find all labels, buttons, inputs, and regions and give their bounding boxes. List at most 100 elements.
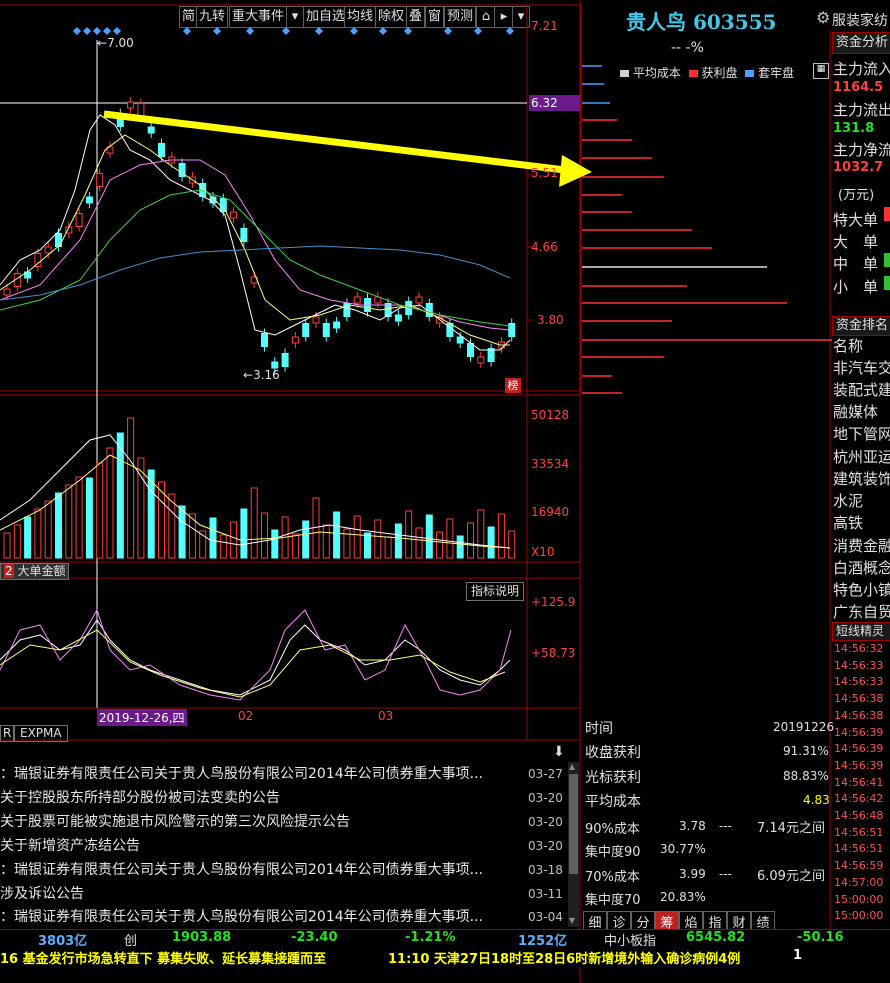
volume-bar xyxy=(364,532,371,559)
tick-time[interactable]: 14:56:48 xyxy=(834,808,883,823)
stat-profit-value: 91.31% xyxy=(783,744,829,758)
ticks-title[interactable]: 短线精灵 xyxy=(832,622,890,641)
candle-body xyxy=(456,336,464,344)
index-bar: 3803亿 创 1903.88 -23.40 -1.21% 1252亿 中小板指… xyxy=(0,929,890,949)
volume-bar xyxy=(477,509,485,559)
tick-time[interactable]: 14:56:38 xyxy=(834,708,883,723)
volume-bar xyxy=(96,462,104,559)
gear-icon[interactable]: ⚙ xyxy=(816,8,830,27)
arrow-icon xyxy=(559,155,592,187)
tick-time[interactable]: 14:57:00 xyxy=(834,875,883,890)
fund-row-label: 主力流入 xyxy=(833,60,890,78)
indicator-line-2 xyxy=(0,608,512,701)
news-item[interactable]: ：瑞银证券有限责任公司关于贵人鸟股份有限公司2014年公司债券重大事项... xyxy=(0,763,535,786)
news-item[interactable]: ：瑞银证券有限责任公司关于贵人鸟股份有限公司2014年公司债券重大事项... xyxy=(0,859,535,882)
rank-item[interactable]: 消费金融 xyxy=(833,535,890,556)
chip-settings-icon[interactable]: ▦ xyxy=(813,63,829,79)
rank-badge[interactable]: 榜 xyxy=(505,378,521,393)
chinext-value: 1903.88 xyxy=(172,930,232,945)
rank-item[interactable]: 杭州亚运 xyxy=(833,446,890,467)
candle-body xyxy=(44,246,52,254)
tick-time[interactable]: 15:00:00 xyxy=(834,892,883,907)
candle-body xyxy=(127,101,135,109)
rank-item[interactable]: 白酒概念 xyxy=(833,557,890,578)
rank-item[interactable]: 广东自贸 xyxy=(833,601,890,622)
volume-bar xyxy=(343,528,351,559)
download-icon[interactable]: ⬇ xyxy=(553,744,565,760)
fund-row-label: 主力净流 xyxy=(833,141,890,159)
price-tick: 4.66 xyxy=(531,240,558,254)
rank-item[interactable]: 水泥 xyxy=(833,490,863,511)
news-item[interactable]: 关于股票可能被实施退市风险警示的第三次风险提示公告 xyxy=(0,811,535,834)
volume-bar xyxy=(75,476,83,559)
stat-cursor-label: 光标获利 xyxy=(585,770,641,786)
candle-body xyxy=(96,173,104,187)
volume-bar xyxy=(508,530,516,559)
news-scrollbar[interactable]: ▲ ▼ xyxy=(568,762,579,927)
volume-bar xyxy=(209,517,217,559)
ticker-page: 1 xyxy=(793,948,803,963)
volume-bar xyxy=(271,529,279,559)
rank-item[interactable]: 融媒体 xyxy=(833,401,878,422)
tick-time[interactable]: 14:56:42 xyxy=(834,791,883,806)
tick-time[interactable]: 14:56:41 xyxy=(834,775,883,790)
price-tick: 5.51 xyxy=(531,166,558,180)
news-item[interactable]: 关于新增资产冻结公告 xyxy=(0,835,535,858)
stat-c90-label: 90%成本 xyxy=(585,822,640,837)
candle-body xyxy=(219,198,227,212)
rank-item[interactable]: 高铁 xyxy=(833,512,863,533)
rank-item[interactable]: 地下管网 xyxy=(833,423,890,444)
volume-bar xyxy=(291,533,299,559)
news-item[interactable]: 涉及诉讼公告 xyxy=(0,883,535,906)
volume-bar xyxy=(219,534,227,559)
volume-bar xyxy=(85,477,93,559)
tick-time[interactable]: 15:00:00 xyxy=(834,908,883,923)
tick-time[interactable]: 14:56:33 xyxy=(834,674,883,689)
industry-label[interactable]: 服装家纺 xyxy=(832,10,888,30)
news-ticker[interactable]: 16 基金发行市场急转直下 募集失败、延长募集接踵而至 11:10 天津27日1… xyxy=(0,947,890,967)
stat-cursor-value: 88.83% xyxy=(783,769,829,783)
tick-time[interactable]: 14:56:51 xyxy=(834,841,883,856)
news-item[interactable]: 关于控股股东所持部分股份被司法变卖的公告 xyxy=(0,787,535,810)
volume-bar xyxy=(116,432,124,559)
tab-r[interactable]: R xyxy=(0,725,15,742)
ticker-text-left[interactable]: 16 基金发行市场急转直下 募集失败、延长募集接踵而至 xyxy=(0,948,326,967)
chip-distribution xyxy=(582,65,832,394)
indicator-help-button[interactable]: 指标说明 xyxy=(466,582,525,601)
ticker-text-right[interactable]: 11:10 天津27日18时至28日6时新增境外输入确诊病例4例 xyxy=(388,948,740,967)
news-item[interactable]: ：瑞银证券有限责任公司关于贵人鸟股份有限公司2014年公司债券重大事项... xyxy=(0,906,535,927)
volume-tick: 50128 xyxy=(531,408,570,422)
candle-body xyxy=(415,296,423,304)
candle-body xyxy=(230,211,238,219)
price-tick: 7.21 xyxy=(531,19,558,33)
volume-bar xyxy=(353,515,361,559)
rank-item[interactable]: 特色小镇 xyxy=(833,579,890,600)
tick-time[interactable]: 14:56:39 xyxy=(834,725,883,740)
rank-item[interactable]: 非汽车交 xyxy=(833,357,890,378)
candle-body xyxy=(75,213,83,227)
fund-rank-title[interactable]: 资金排名 xyxy=(832,316,890,336)
stat-c70-high: 6.09元之间 xyxy=(757,869,825,884)
candle-body xyxy=(158,143,165,157)
tick-time[interactable]: 14:56:39 xyxy=(834,741,883,756)
tick-time[interactable]: 14:56:51 xyxy=(834,825,883,840)
big-order-tab[interactable]: 2 大单金额 xyxy=(0,563,70,580)
tick-time[interactable]: 14:56:33 xyxy=(834,658,883,673)
volume-bar xyxy=(415,527,423,559)
tick-time[interactable]: 14:56:39 xyxy=(834,758,883,773)
candle-body xyxy=(147,126,155,134)
tick-time[interactable]: 14:56:32 xyxy=(834,641,883,656)
volume-bar xyxy=(230,521,238,559)
volume-bar xyxy=(240,508,248,559)
rank-item[interactable]: 建筑装饰 xyxy=(833,468,890,489)
candle-body xyxy=(302,323,310,337)
news-date: 03-18 xyxy=(528,863,563,877)
news-date: 03-20 xyxy=(528,791,563,805)
tick-time[interactable]: 14:56:38 xyxy=(834,691,883,706)
tick-time[interactable]: 14:56:59 xyxy=(834,858,883,873)
rank-item[interactable]: 装配式建 xyxy=(833,379,890,400)
order-size-label: 大 单 xyxy=(833,233,879,251)
fund-analysis-title[interactable]: 资金分析 xyxy=(832,32,890,54)
tab-expma[interactable]: EXPMA xyxy=(14,725,68,742)
stat-c90-high: 7.14元之间 xyxy=(757,821,825,836)
